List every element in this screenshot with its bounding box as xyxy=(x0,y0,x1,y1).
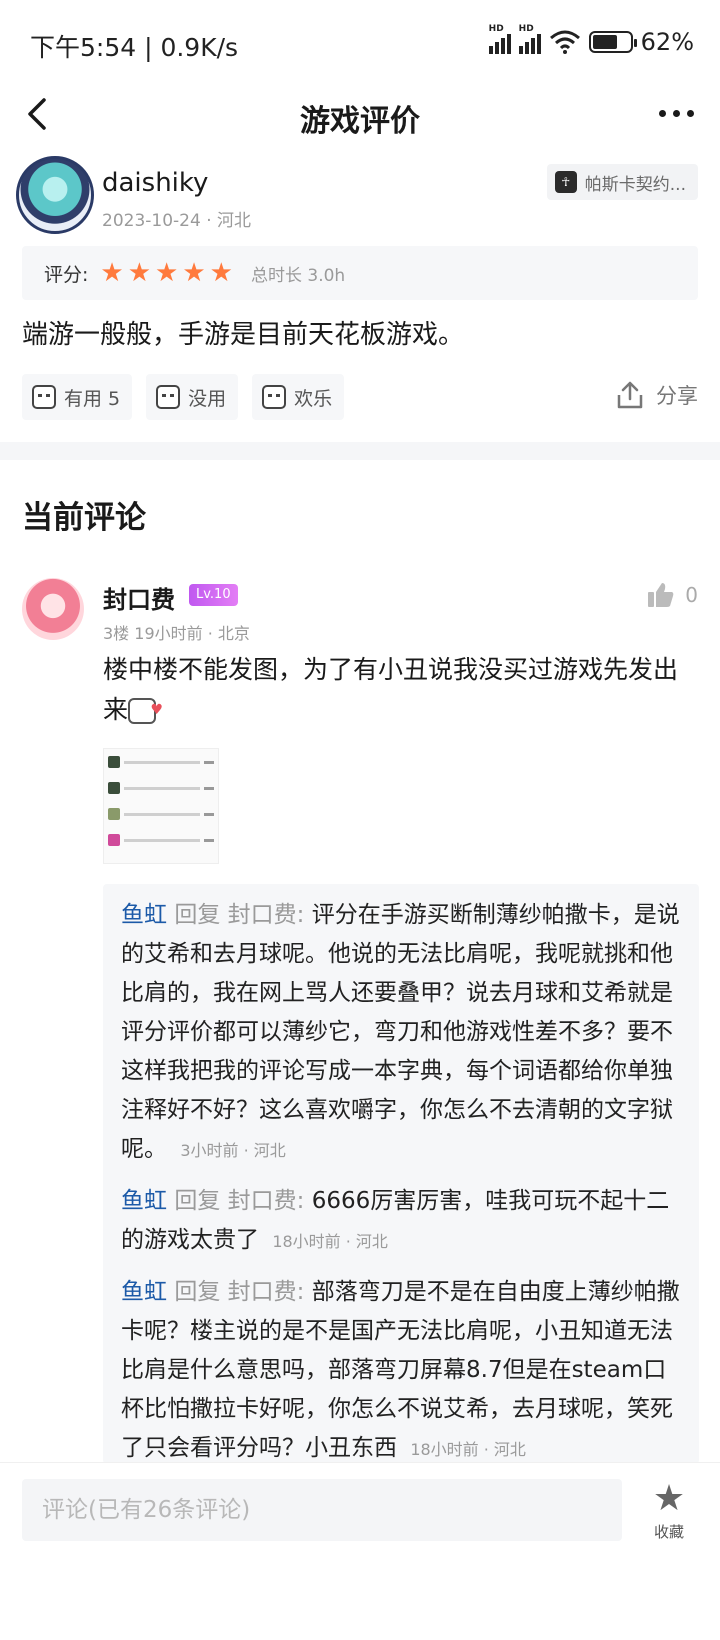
author-avatar[interactable] xyxy=(16,156,94,234)
game-icon: ☥ xyxy=(554,171,577,193)
reply-time: 18小时前 · 河北 xyxy=(272,1232,388,1251)
commenter-name[interactable]: 封口费 xyxy=(103,580,175,615)
battery-percent: 62% xyxy=(640,28,694,56)
rating-box: 评分: ★ ★ ★ ★ ★ 总时长 3.0h xyxy=(22,246,698,300)
reply-text: 评分在手游买断制薄纱帕撒卡，是说的艾希和去月球呢。他说的无法比肩呢，我呢就挑和他… xyxy=(121,902,680,1162)
comment-text-body: 楼中楼不能发图，为了有小丑说我没买过游戏先发出来 xyxy=(103,655,679,724)
purchase-row xyxy=(108,831,214,849)
reply-time: 18小时前 · 河北 xyxy=(410,1440,526,1459)
star-icon: ★ xyxy=(127,258,152,288)
favorite-button[interactable]: ★ 收藏 xyxy=(644,1481,694,1542)
status-bar: 下午5:54 | 0.9K/s HD HD 62% xyxy=(0,0,720,90)
status-time: 下午5:54 | 0.9K/s xyxy=(30,33,239,62)
thumbs-face-icon xyxy=(32,385,56,409)
reply-user[interactable]: 鱼虹 xyxy=(121,1188,167,1214)
reply-word: 回复 xyxy=(174,902,221,928)
share-icon xyxy=(617,381,643,409)
reply-user[interactable]: 鱼虹 xyxy=(121,1279,167,1305)
reply-time: 3小时前 · 河北 xyxy=(180,1141,286,1160)
purchase-row xyxy=(108,753,214,771)
comment-like-button[interactable]: 0 xyxy=(647,582,698,608)
wifi-icon xyxy=(549,30,580,54)
useless-label: 没用 xyxy=(188,387,227,410)
comments-heading: 当前评论 xyxy=(22,500,146,536)
thumbs-up-icon xyxy=(648,583,674,607)
purchase-row xyxy=(108,805,214,823)
star-rating: ★ ★ ★ ★ ★ xyxy=(100,260,233,286)
game-badge-label: 帕斯卡契约... xyxy=(584,174,686,195)
comment-input[interactable] xyxy=(22,1479,622,1541)
neutral-face-icon xyxy=(156,385,181,409)
favorite-label: 收藏 xyxy=(653,1523,684,1541)
star-icon: ★ xyxy=(155,258,179,288)
reply-word: 回复 xyxy=(174,1188,221,1214)
reply-user[interactable]: 鱼虹 xyxy=(121,902,167,928)
useless-button[interactable]: 没用 xyxy=(146,374,239,420)
star-icon: ★ xyxy=(182,258,206,288)
author-name[interactable]: daishiky xyxy=(102,168,208,198)
comment-text: 楼中楼不能发图，为了有小丑说我没买过游戏先发出来 xyxy=(103,650,693,730)
rating-label: 评分: xyxy=(44,263,89,286)
battery-icon xyxy=(588,31,637,53)
comment-like-count: 0 xyxy=(685,583,698,607)
reply-item[interactable]: 鱼虹 回复 封口费: 评分在手游买断制薄纱帕撒卡，是说的艾希和去月球呢。他说的无… xyxy=(121,896,681,1170)
game-badge[interactable]: ☥ 帕斯卡契约... xyxy=(546,164,698,200)
more-dot-icon xyxy=(673,110,680,117)
more-dot-icon xyxy=(687,110,694,117)
comment-meta: 3楼 19小时前 · 北京 xyxy=(103,624,250,643)
star-icon: ★ xyxy=(100,258,124,288)
cute-face-icon xyxy=(128,690,163,730)
cell-signal-icon: HD xyxy=(488,24,511,54)
star-icon: ★ xyxy=(209,258,233,288)
laugh-face-icon xyxy=(262,385,287,409)
reply-item[interactable]: 鱼虹 回复 封口费: 部落弯刀是不是在自由度上薄纱帕撒卡呢？楼主说的是不是国产无… xyxy=(121,1273,681,1464)
share-label: 分享 xyxy=(656,384,698,408)
reply-word: 回复 xyxy=(174,1279,221,1305)
level-badge: Lv.10 xyxy=(189,584,238,606)
reply-target[interactable]: 封口费: xyxy=(228,1188,305,1214)
star-icon: ★ xyxy=(652,1478,686,1519)
more-dot-icon xyxy=(659,110,666,117)
purchase-row xyxy=(108,779,214,797)
commenter-avatar[interactable] xyxy=(22,578,84,640)
app-header: 游戏评价 xyxy=(0,90,720,146)
useful-button[interactable]: 有用 5 xyxy=(22,374,133,420)
useful-label: 有用 5 xyxy=(64,387,121,410)
review-text: 端游一般般，手游是目前天花板游戏。 xyxy=(22,320,465,350)
funny-button[interactable]: 欢乐 xyxy=(252,374,345,420)
reply-text: 部落弯刀是不是在自由度上薄纱帕撒卡呢？楼主说的是不是国产无法比肩呢，小丑知道无法… xyxy=(121,1279,680,1461)
reply-target[interactable]: 封口费: xyxy=(228,902,305,928)
reply-thread: 鱼虹 回复 封口费: 评分在手游买断制薄纱帕撒卡，是说的艾希和去月球呢。他说的无… xyxy=(103,884,699,1464)
cell-signal-icon-2: HD xyxy=(518,24,541,54)
page-title: 游戏评价 xyxy=(300,104,420,139)
bottom-bar: ★ 收藏 xyxy=(0,1462,720,1640)
reaction-bar: 有用 5 没用 欢乐 xyxy=(22,374,345,420)
reply-item[interactable]: 鱼虹 回复 封口费: 6666厉害厉害，哇我可玩不起十二的游戏太贵了 18小时前… xyxy=(121,1182,681,1261)
review-card: daishiky 2023-10-24 · 河北 ☥ 帕斯卡契约... 评分: … xyxy=(0,150,720,442)
section-divider xyxy=(0,442,720,460)
playtime: 总时长 3.0h xyxy=(250,265,346,286)
status-icons: HD HD 62% xyxy=(488,24,694,56)
comment-image[interactable] xyxy=(103,748,219,864)
reply-target[interactable]: 封口费: xyxy=(228,1279,305,1305)
funny-label: 欢乐 xyxy=(294,387,333,410)
review-meta: 2023-10-24 · 河北 xyxy=(102,211,252,231)
share-button[interactable]: 分享 xyxy=(616,380,698,410)
more-button[interactable] xyxy=(659,110,694,117)
